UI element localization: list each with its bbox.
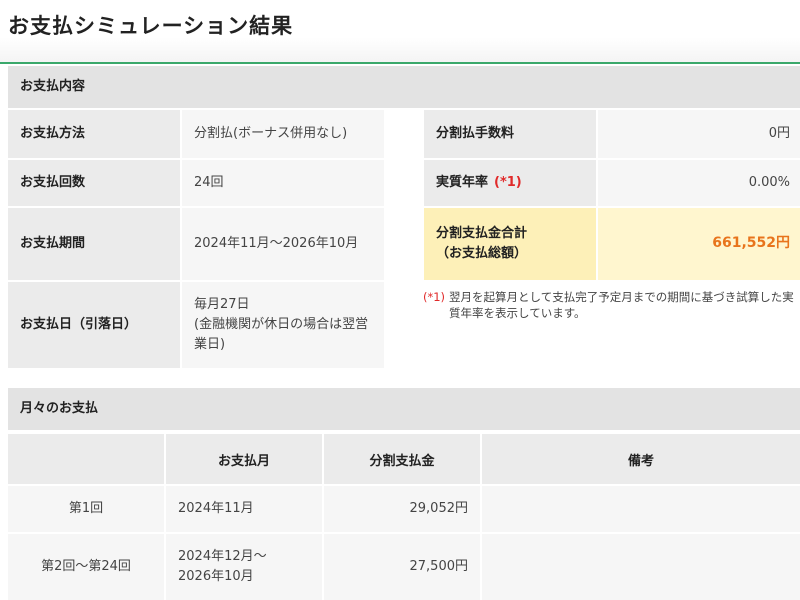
payment-period-value: 2024年11月～2026年10月 xyxy=(182,208,384,280)
annual-rate-label: 実質年率 (*1) xyxy=(424,160,596,206)
payment-period-label: お支払期間 xyxy=(8,208,180,280)
table-row-2-month-text: 2024年12月～ 2026年10月 xyxy=(178,548,267,584)
column-header-remarks: 備考 xyxy=(482,434,800,484)
table-row-1-month: 2024年11月 xyxy=(166,486,322,532)
installment-fee-value: 0円 xyxy=(598,110,800,158)
column-header-installment xyxy=(8,434,164,484)
table-row-2-installment: 第2回～第24回 xyxy=(8,534,164,600)
payment-method-label: お支払方法 xyxy=(8,110,180,158)
footnote-mark: (*1) xyxy=(423,290,446,304)
payment-date-label: お支払日（引落日） xyxy=(8,282,180,368)
payment-method-value: 分割払(ボーナス併用なし) xyxy=(182,110,384,158)
rate-footnote: (*1) 翌月を起算月として支払完了予定月までの期間に基づき試算した実質年率を表… xyxy=(423,289,800,321)
table-row-2-remarks xyxy=(482,534,800,600)
monthly-payment-header: 月々のお支払 xyxy=(8,388,800,430)
page-title: お支払シミュレーション結果 xyxy=(8,14,294,38)
payment-details-header: お支払内容 xyxy=(8,66,800,108)
installment-fee-label: 分割払手数料 xyxy=(424,110,596,158)
table-row-2-amount: 27,500円 xyxy=(324,534,480,600)
payment-date-value: 毎月27日 (金融機関が休日の場合は翌営業日) xyxy=(182,282,384,368)
annual-rate-note-mark: (*1) xyxy=(494,174,522,190)
table-row-1-installment: 第1回 xyxy=(8,486,164,532)
footnote-text: 翌月を起算月として支払完了予定月までの期間に基づき試算した実質年率を表示していま… xyxy=(449,290,794,321)
total-amount-value: 661,552円 xyxy=(598,208,800,280)
table-row-2-month: 2024年12月～ 2026年10月 xyxy=(166,534,322,600)
annual-rate-text: 実質年率 xyxy=(436,174,489,190)
total-amount-label: 分割支払金合計 （お支払総額） xyxy=(424,208,596,280)
page-header: お支払シミュレーション結果 xyxy=(0,0,800,64)
payment-date-text: 毎月27日 (金融機関が休日の場合は翌営業日) xyxy=(194,296,369,353)
table-row-1-remarks xyxy=(482,486,800,532)
payment-period-text: 2024年11月～2026年10月 xyxy=(194,235,359,251)
annual-rate-value: 0.00% xyxy=(598,160,800,206)
column-header-installment-amount: 分割支払金 xyxy=(324,434,480,484)
table-row-1-amount: 29,052円 xyxy=(324,486,480,532)
total-amount-label-line1: 分割支払金合計 xyxy=(436,225,528,241)
column-header-payment-month: お支払月 xyxy=(166,434,322,484)
payment-count-label: お支払回数 xyxy=(8,160,180,206)
total-amount-label-line2: （お支払総額） xyxy=(436,246,528,261)
payment-count-value: 24回 xyxy=(182,160,384,206)
